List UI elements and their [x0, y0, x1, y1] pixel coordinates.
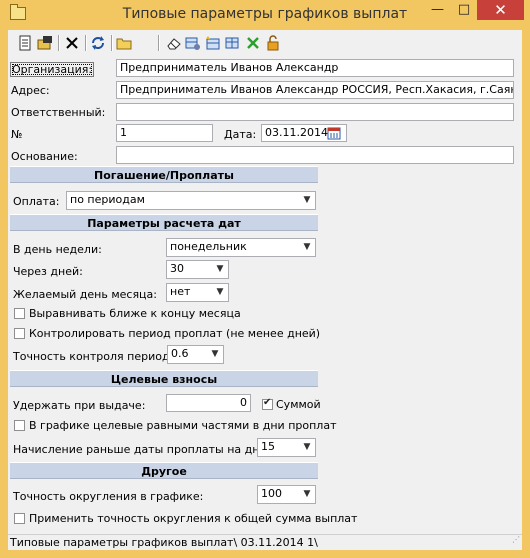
- days-select-value: 30: [170, 262, 184, 275]
- accuracy-label: Точность контроля периода:: [13, 350, 181, 363]
- rounding-select-value: 100: [261, 487, 282, 500]
- accrual-label: Начисление раньше даты проплаты на дней: [13, 443, 274, 456]
- chevron-down-icon[interactable]: ▼: [207, 346, 223, 363]
- folder-icon[interactable]: [116, 35, 132, 51]
- organization-label: Организация:: [10, 62, 95, 77]
- withhold-field[interactable]: 0: [166, 394, 251, 412]
- table-edit-icon[interactable]: [225, 35, 241, 51]
- weekday-select[interactable]: понедельник ▼: [166, 238, 316, 257]
- table-add-icon[interactable]: [205, 35, 221, 51]
- weekday-label: В день недели:: [13, 243, 102, 256]
- control-period-label: Контролировать период проплат (не менее …: [29, 327, 321, 340]
- basis-label: Основание:: [11, 150, 78, 163]
- accrual-select-value: 15: [261, 440, 275, 453]
- accuracy-select[interactable]: 0.6 ▼: [167, 345, 224, 364]
- align-end-checkbox[interactable]: [14, 308, 25, 319]
- number-label: №: [11, 128, 23, 141]
- minimize-button[interactable]: —: [424, 0, 451, 20]
- equal-parts-checkbox[interactable]: [14, 420, 25, 431]
- accrual-select[interactable]: 15 ▼: [257, 438, 316, 457]
- resize-grip-icon[interactable]: ⋰: [512, 532, 520, 548]
- chevron-down-icon[interactable]: ▼: [299, 439, 315, 456]
- form-client-area: Организация: Предприниматель Иванов Алек…: [8, 30, 522, 550]
- number-field[interactable]: 1: [116, 124, 213, 142]
- control-period-checkbox[interactable]: [14, 328, 25, 339]
- refresh-icon[interactable]: [90, 35, 106, 51]
- payment-select-value: по периодам: [70, 193, 145, 206]
- status-bar: Типовые параметры графиков выплат\ 03.11…: [8, 534, 522, 550]
- toolbar-separator: [111, 35, 113, 51]
- chevron-down-icon[interactable]: ▼: [299, 239, 315, 256]
- title-bar[interactable]: Типовые параметры графиков выплат — □ ✕: [0, 0, 530, 30]
- green-x-icon[interactable]: [245, 35, 261, 51]
- sum-checkbox[interactable]: [262, 397, 273, 410]
- days-select[interactable]: 30 ▼: [166, 260, 229, 279]
- responsible-label: Ответственный:: [11, 106, 106, 119]
- toolbar: [8, 30, 522, 56]
- align-end-label: Выравнивать ближе к концу месяца: [29, 307, 241, 320]
- rounding-label: Точность округления в графике:: [13, 490, 204, 503]
- section-other-header: Другое: [10, 462, 318, 479]
- window: Типовые параметры графиков выплат — □ ✕ …: [0, 0, 530, 558]
- sum-label: Суммой: [276, 398, 321, 411]
- apply-rounding-checkbox[interactable]: [14, 513, 25, 524]
- toolbar-separator: [158, 35, 160, 51]
- open-icon[interactable]: [37, 35, 53, 51]
- days-label: Через дней:: [13, 265, 83, 278]
- month-day-label: Желаемый день месяца:: [13, 288, 157, 301]
- organization-field[interactable]: Предприниматель Иванов Александр: [116, 59, 514, 77]
- maximize-button[interactable]: □: [451, 0, 477, 20]
- payment-label: Оплата:: [13, 195, 60, 208]
- toolbar-separator: [58, 35, 60, 51]
- chevron-down-icon[interactable]: ▼: [299, 486, 315, 503]
- chevron-down-icon[interactable]: ▼: [212, 284, 228, 301]
- calendar-icon[interactable]: [327, 126, 341, 140]
- new-document-icon[interactable]: [17, 35, 33, 51]
- table-settings-icon[interactable]: [185, 35, 201, 51]
- chevron-down-icon[interactable]: ▼: [299, 192, 315, 209]
- eraser-icon[interactable]: [166, 35, 182, 51]
- address-label: Адрес:: [11, 84, 50, 97]
- month-day-select-value: нет: [170, 285, 191, 298]
- date-label: Дата:: [224, 128, 257, 141]
- responsible-field[interactable]: [116, 103, 514, 121]
- apply-rounding-label: Применить точность округления к общей су…: [29, 512, 358, 525]
- chevron-down-icon[interactable]: ▼: [212, 261, 228, 278]
- month-day-select[interactable]: нет ▼: [166, 283, 229, 302]
- section-dates-header: Параметры расчета дат: [10, 214, 318, 231]
- section-target-header: Целевые взносы: [10, 370, 318, 387]
- status-bar-text: Типовые параметры графиков выплат\ 03.11…: [10, 536, 318, 549]
- toolbar-separator: [85, 35, 87, 51]
- lock-icon[interactable]: [265, 35, 281, 51]
- close-button[interactable]: ✕: [477, 0, 524, 20]
- basis-field[interactable]: [116, 146, 514, 164]
- delete-icon[interactable]: [64, 35, 80, 51]
- accuracy-select-value: 0.6: [171, 347, 189, 360]
- rounding-select[interactable]: 100 ▼: [257, 485, 316, 504]
- section-repayment-header: Погашение/Проплаты: [10, 166, 318, 183]
- withhold-label: Удержать при выдаче:: [13, 399, 146, 412]
- address-field[interactable]: Предприниматель Иванов Александр РОССИЯ,…: [116, 81, 514, 99]
- payment-select[interactable]: по периодам ▼: [66, 191, 316, 210]
- equal-parts-label: В графике целевые равными частями в дни …: [29, 419, 337, 432]
- weekday-select-value: понедельник: [170, 240, 247, 253]
